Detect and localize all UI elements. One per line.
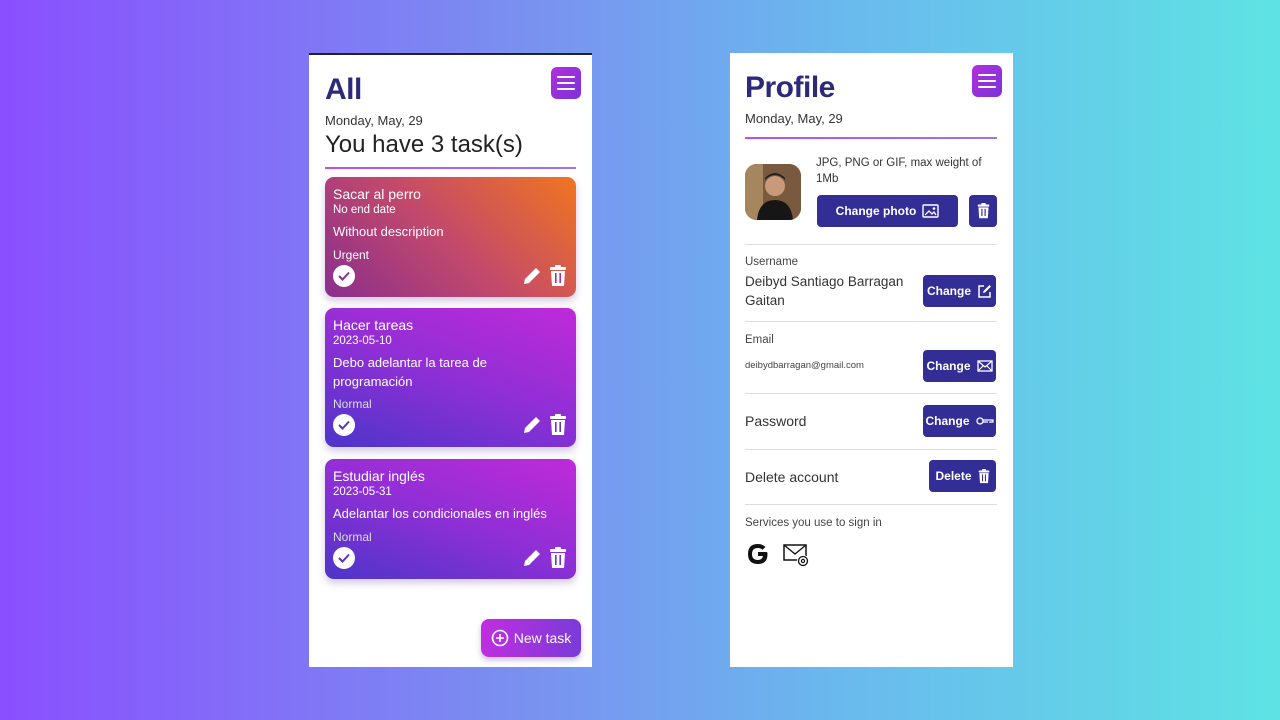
trash-icon bbox=[977, 203, 989, 219]
divider bbox=[745, 504, 997, 505]
delete-account-button[interactable]: Delete bbox=[929, 460, 996, 492]
task-priority: Normal bbox=[333, 530, 372, 544]
current-date: Monday, May, 29 bbox=[745, 111, 843, 126]
complete-task-button[interactable] bbox=[333, 265, 355, 287]
username-label: Username bbox=[745, 256, 799, 268]
task-count-summary: You have 3 task(s) bbox=[325, 131, 523, 158]
delete-label: Delete bbox=[935, 469, 972, 483]
edit-task-button[interactable] bbox=[521, 414, 543, 436]
check-icon bbox=[338, 271, 350, 281]
email-signin-indicator bbox=[783, 544, 811, 573]
edit-square-icon bbox=[978, 284, 991, 298]
complete-task-button[interactable] bbox=[333, 414, 355, 436]
new-task-label: New task bbox=[513, 630, 572, 646]
trash-icon bbox=[978, 468, 989, 483]
google-signin-indicator bbox=[745, 541, 771, 572]
task-title: Estudiar inglés bbox=[333, 468, 425, 484]
envelope-icon bbox=[976, 360, 993, 372]
photo-hint: JPG, PNG or GIF, max weight of 1Mb bbox=[816, 157, 982, 185]
services-label: Services you use to sign in bbox=[745, 517, 882, 529]
tasks-screen: All Monday, May, 29 You have 3 task(s) S… bbox=[309, 53, 592, 667]
task-date: No end date bbox=[333, 204, 396, 216]
change-label: Change bbox=[926, 359, 971, 373]
trash-icon bbox=[550, 547, 566, 568]
task-title: Sacar al perro bbox=[333, 186, 421, 202]
pencil-icon bbox=[524, 268, 540, 284]
delete-task-button[interactable] bbox=[549, 265, 567, 287]
change-username-button[interactable]: Change bbox=[923, 275, 996, 307]
divider bbox=[745, 449, 997, 450]
task-description: Without description bbox=[333, 224, 444, 239]
divider bbox=[745, 137, 997, 139]
change-label: Change bbox=[926, 284, 971, 298]
email-value: deibydbarragan@gmail.com bbox=[745, 360, 864, 371]
task-card[interactable]: Estudiar inglés 2023-05-31 Adelantar los… bbox=[325, 459, 576, 579]
edit-task-button[interactable] bbox=[521, 547, 543, 569]
email-label: Email bbox=[745, 334, 774, 346]
complete-task-button[interactable] bbox=[333, 547, 355, 569]
task-priority: Normal bbox=[333, 397, 372, 411]
divider bbox=[745, 393, 997, 394]
task-card[interactable]: Hacer tareas 2023-05-10 Debo adelantar l… bbox=[325, 308, 576, 447]
page-title: All bbox=[325, 73, 362, 106]
menu-button[interactable] bbox=[551, 67, 581, 99]
change-label: Change bbox=[925, 414, 970, 428]
check-icon bbox=[338, 553, 350, 563]
pencil-icon bbox=[524, 417, 540, 433]
trash-icon bbox=[550, 265, 566, 286]
check-icon bbox=[338, 420, 350, 430]
menu-icon bbox=[978, 74, 996, 88]
menu-icon bbox=[557, 76, 575, 90]
avatar bbox=[745, 164, 801, 220]
current-date: Monday, May, 29 bbox=[325, 113, 423, 128]
task-date: 2023-05-31 bbox=[333, 486, 392, 498]
task-date: 2023-05-10 bbox=[333, 335, 392, 347]
pencil-icon bbox=[524, 550, 540, 566]
image-icon bbox=[922, 204, 940, 218]
divider bbox=[745, 244, 997, 245]
change-photo-button[interactable]: Change photo bbox=[817, 195, 958, 227]
change-photo-label: Change photo bbox=[835, 204, 917, 218]
page-title: Profile bbox=[745, 71, 835, 104]
task-title: Hacer tareas bbox=[333, 317, 414, 333]
task-card[interactable]: Sacar al perro No end date Without descr… bbox=[325, 177, 576, 297]
task-description: Adelantar los condicionales en inglés bbox=[333, 506, 547, 521]
task-description: Debo adelantar la tarea de programación bbox=[333, 355, 487, 389]
delete-task-button[interactable] bbox=[549, 547, 567, 569]
menu-button[interactable] bbox=[972, 65, 1002, 97]
password-label: Password bbox=[745, 413, 807, 429]
trash-icon bbox=[550, 414, 566, 435]
profile-screen: Profile Monday, May, 29 JPG, PNG or GIF,… bbox=[730, 53, 1013, 667]
change-password-button[interactable]: Change bbox=[923, 405, 996, 437]
edit-task-button[interactable] bbox=[521, 265, 543, 287]
delete-task-button[interactable] bbox=[549, 414, 567, 436]
delete-photo-button[interactable] bbox=[969, 195, 997, 227]
username-value: Deibyd Santiago Barragan Gaitan bbox=[745, 274, 904, 308]
divider bbox=[325, 167, 576, 169]
task-priority: Urgent bbox=[333, 248, 370, 262]
delete-account-label: Delete account bbox=[745, 469, 839, 485]
key-icon bbox=[975, 417, 994, 425]
google-icon bbox=[748, 544, 768, 564]
email-at-icon bbox=[783, 544, 809, 567]
change-email-button[interactable]: Change bbox=[923, 350, 996, 382]
divider bbox=[745, 321, 997, 322]
new-task-button[interactable]: New task bbox=[481, 619, 581, 657]
plus-circle-icon bbox=[491, 629, 509, 647]
